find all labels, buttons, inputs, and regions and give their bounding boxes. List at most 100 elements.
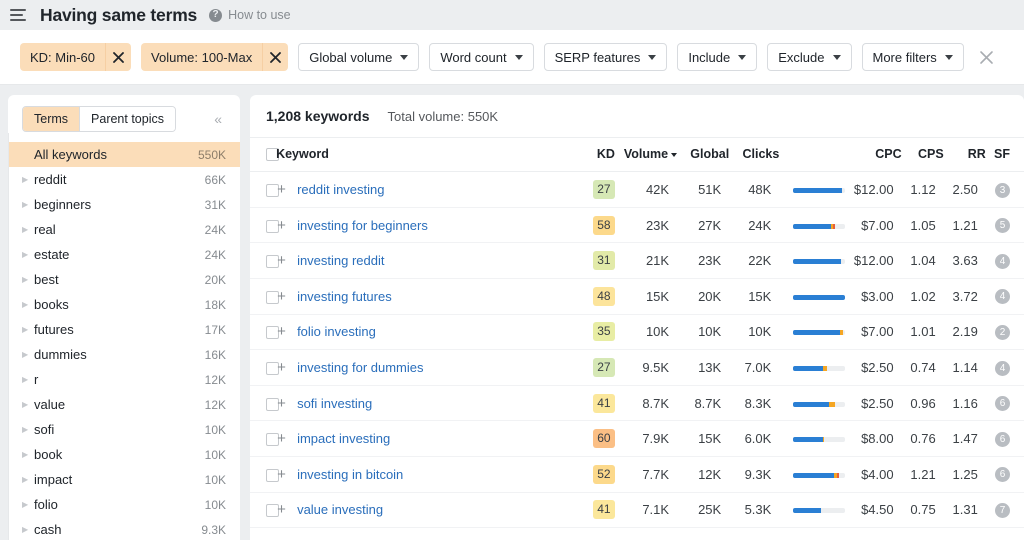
expand-triangle-icon[interactable]: ▶ <box>22 526 34 534</box>
expand-triangle-icon[interactable]: ▶ <box>22 176 34 184</box>
sidebar-item-reddit[interactable]: ▶reddit66K <box>8 167 240 192</box>
expand-triangle-icon[interactable]: ▶ <box>22 226 34 234</box>
sidebar-item-r[interactable]: ▶r12K <box>8 367 240 392</box>
table-body: +reddit investing2742K51K48K$12.001.122.… <box>250 172 1024 528</box>
column-cpc[interactable]: CPC <box>845 138 901 172</box>
filter-word-count[interactable]: Word count <box>429 43 533 71</box>
expand-triangle-icon[interactable]: ▶ <box>22 501 34 509</box>
sidebar-item-folio[interactable]: ▶folio10K <box>8 492 240 517</box>
close-icon[interactable] <box>105 43 131 71</box>
keyword-link[interactable]: reddit investing <box>297 182 384 197</box>
expand-triangle-icon[interactable]: ▶ <box>22 201 34 209</box>
terms-parent-topics-toggle[interactable]: Terms Parent topics <box>22 106 176 132</box>
add-keyword-icon[interactable]: + <box>276 182 287 197</box>
column-sf[interactable]: SF <box>986 138 1024 172</box>
column-keyword[interactable]: Keyword <box>276 138 577 172</box>
expand-triangle-icon[interactable]: ▶ <box>22 301 34 309</box>
filter-serp-features[interactable]: SERP features <box>544 43 668 71</box>
table-row[interactable]: +impact investing607.9K15K6.0K$8.000.761… <box>250 421 1024 457</box>
expand-triangle-icon[interactable]: ▶ <box>22 426 34 434</box>
keyword-link[interactable]: investing in bitcoin <box>297 467 403 482</box>
filter-bar: KD: Min-60 Volume: 100-Max Global volume… <box>0 30 1024 85</box>
keyword-link[interactable]: impact investing <box>297 431 390 446</box>
table-row[interactable]: +sofi investing418.7K8.7K8.3K$2.500.961.… <box>250 385 1024 421</box>
row-rr: 1.25 <box>944 456 986 492</box>
expand-triangle-icon[interactable]: ▶ <box>22 451 34 459</box>
sidebar-item-books[interactable]: ▶books18K <box>8 292 240 317</box>
table-row[interactable]: +investing for dummies279.5K13K7.0K$2.50… <box>250 350 1024 386</box>
row-cpc: $2.50 <box>845 385 901 421</box>
column-cps[interactable]: CPS <box>902 138 944 172</box>
terms-sidebar: Terms Parent topics « All keywords550K▶r… <box>8 95 240 540</box>
column-volume[interactable]: Volume <box>615 138 677 172</box>
chevron-double-left-icon[interactable]: « <box>208 112 228 126</box>
table-row[interactable]: +investing futures4815K20K15K$3.001.023.… <box>250 278 1024 314</box>
sidebar-item-estate[interactable]: ▶estate24K <box>8 242 240 267</box>
row-cps: 0.96 <box>902 385 944 421</box>
clear-filters-icon[interactable] <box>976 46 998 68</box>
sidebar-item-beginners[interactable]: ▶beginners31K <box>8 192 240 217</box>
keyword-link[interactable]: investing reddit <box>297 253 384 268</box>
expand-triangle-icon[interactable]: ▶ <box>22 251 34 259</box>
hamburger-menu-icon[interactable] <box>10 5 30 25</box>
sidebar-scroll-track[interactable] <box>8 133 9 540</box>
sidebar-item-volume: 9.3K <box>201 523 226 537</box>
total-volume: Total volume: 550K <box>388 109 499 124</box>
sidebar-item-cash[interactable]: ▶cash9.3K <box>8 517 240 540</box>
filter-exclude[interactable]: Exclude <box>767 43 851 71</box>
column-rr[interactable]: RR <box>944 138 986 172</box>
add-keyword-icon[interactable]: + <box>276 431 287 446</box>
add-keyword-icon[interactable]: + <box>276 396 287 411</box>
keyword-link[interactable]: folio investing <box>297 324 376 339</box>
add-keyword-icon[interactable]: + <box>276 253 287 268</box>
add-keyword-icon[interactable]: + <box>276 324 287 339</box>
table-row[interactable]: +investing in bitcoin527.7K12K9.3K$4.001… <box>250 456 1024 492</box>
add-keyword-icon[interactable]: + <box>276 289 287 304</box>
table-row[interactable]: +reddit investing2742K51K48K$12.001.122.… <box>250 172 1024 208</box>
expand-triangle-icon[interactable]: ▶ <box>22 326 34 334</box>
tab-parent-topics[interactable]: Parent topics <box>79 107 175 131</box>
keyword-link[interactable]: investing for dummies <box>297 360 423 375</box>
sidebar-item-futures[interactable]: ▶futures17K <box>8 317 240 342</box>
keyword-link[interactable]: value investing <box>297 502 383 517</box>
column-global[interactable]: Global <box>677 138 729 172</box>
expand-triangle-icon[interactable]: ▶ <box>22 376 34 384</box>
sidebar-item-impact[interactable]: ▶impact10K <box>8 467 240 492</box>
keyword-link[interactable]: investing for beginners <box>297 218 428 233</box>
table-row[interactable]: +folio investing3510K10K10K$7.001.012.19… <box>250 314 1024 350</box>
column-kd[interactable]: KD <box>577 138 615 172</box>
column-clicks[interactable]: Clicks <box>729 138 779 172</box>
filter-global-volume[interactable]: Global volume <box>298 43 419 71</box>
row-kd-cell: 60 <box>577 421 615 457</box>
how-to-use-link[interactable]: ? How to use <box>209 8 291 22</box>
filter-include[interactable]: Include <box>677 43 757 71</box>
expand-triangle-icon[interactable]: ▶ <box>22 401 34 409</box>
row-global: 10K <box>677 314 729 350</box>
table-row[interactable]: +value investing417.1K25K5.3K$4.500.751.… <box>250 492 1024 528</box>
expand-triangle-icon[interactable]: ▶ <box>22 476 34 484</box>
sidebar-item-all-keywords[interactable]: All keywords550K <box>8 142 240 167</box>
row-sf-cell: 4 <box>986 350 1024 386</box>
keyword-link[interactable]: sofi investing <box>297 396 372 411</box>
filter-more-filters[interactable]: More filters <box>862 43 964 71</box>
table-row[interactable]: +investing reddit3121K23K22K$12.001.043.… <box>250 243 1024 279</box>
add-keyword-icon[interactable]: + <box>276 360 287 375</box>
filter-pill-volume[interactable]: Volume: 100-Max <box>141 43 288 71</box>
sidebar-item-best[interactable]: ▶best20K <box>8 267 240 292</box>
sidebar-item-sofi[interactable]: ▶sofi10K <box>8 417 240 442</box>
row-cps: 0.76 <box>902 421 944 457</box>
expand-triangle-icon[interactable]: ▶ <box>22 351 34 359</box>
keyword-link[interactable]: investing futures <box>297 289 392 304</box>
sidebar-item-dummies[interactable]: ▶dummies16K <box>8 342 240 367</box>
sidebar-item-book[interactable]: ▶book10K <box>8 442 240 467</box>
filter-pill-kd[interactable]: KD: Min-60 <box>20 43 131 71</box>
close-icon[interactable] <box>262 43 288 71</box>
add-keyword-icon[interactable]: + <box>276 502 287 517</box>
sidebar-item-value[interactable]: ▶value12K <box>8 392 240 417</box>
tab-terms[interactable]: Terms <box>23 107 79 131</box>
add-keyword-icon[interactable]: + <box>276 218 287 233</box>
table-row[interactable]: +investing for beginners5823K27K24K$7.00… <box>250 207 1024 243</box>
add-keyword-icon[interactable]: + <box>276 467 287 482</box>
expand-triangle-icon[interactable]: ▶ <box>22 276 34 284</box>
sidebar-item-real[interactable]: ▶real24K <box>8 217 240 242</box>
